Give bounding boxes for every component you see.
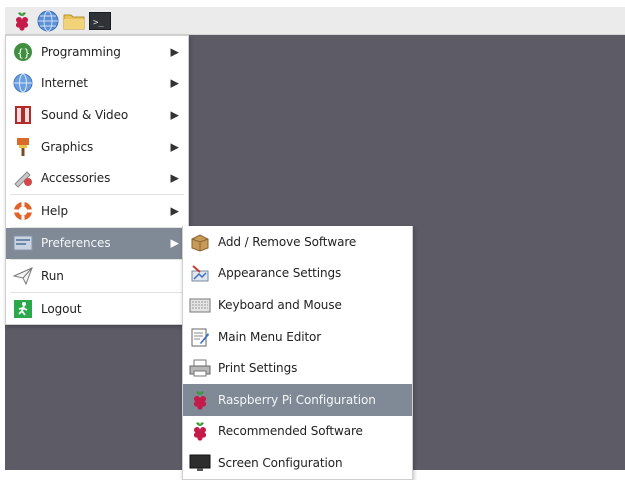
- paintbrush-icon: [12, 136, 34, 158]
- svg-text:>_: >_: [93, 18, 104, 28]
- menu-item-label: Appearance Settings: [218, 266, 342, 281]
- lifebuoy-icon: [12, 200, 34, 222]
- submenu-item-print-settings[interactable]: Print Settings: [183, 352, 412, 384]
- raspberry-icon: [189, 420, 211, 442]
- chevron-right-icon: ▶: [170, 76, 179, 90]
- menu-item-label: Programming: [41, 44, 121, 59]
- chevron-right-icon: ▶: [170, 45, 179, 59]
- sound-video-icon: [12, 104, 34, 126]
- chevron-right-icon: ▶: [170, 204, 179, 218]
- menu-item-graphics[interactable]: Graphics ▶: [6, 131, 188, 163]
- svg-text:{}: {}: [17, 46, 30, 59]
- menu-item-label: Accessories: [41, 171, 111, 186]
- submenu-item-keyboard-and-mouse[interactable]: Keyboard and Mouse: [183, 289, 412, 321]
- menu-item-label: Screen Configuration: [218, 455, 343, 470]
- chevron-right-icon: ▶: [170, 171, 179, 185]
- menu-item-label: Add / Remove Software: [218, 234, 357, 249]
- menu-item-label: Main Menu Editor: [218, 329, 322, 344]
- terminal-button[interactable]: >_: [89, 10, 111, 32]
- submenu-item-main-menu-editor[interactable]: Main Menu Editor: [183, 321, 412, 353]
- raspberry-menu-icon: [15, 11, 29, 31]
- menu-item-accessories[interactable]: Accessories ▶: [6, 162, 188, 194]
- submenu-item-add-remove-software[interactable]: Add / Remove Software: [183, 226, 412, 258]
- chevron-right-icon: ▶: [170, 236, 179, 250]
- printer-icon: [189, 357, 211, 379]
- menu-item-label: Graphics: [41, 139, 94, 154]
- menu-item-run[interactable]: Run: [6, 260, 188, 292]
- taskbar: >_: [5, 7, 625, 35]
- programming-icon: {}: [12, 41, 34, 63]
- menu-editor-icon: [189, 326, 211, 348]
- menu-item-label: Logout: [41, 301, 82, 316]
- chevron-right-icon: ▶: [170, 108, 179, 122]
- paper-plane-icon: [12, 265, 34, 287]
- logout-icon: [12, 298, 34, 320]
- menu-item-preferences[interactable]: Preferences ▶: [6, 227, 188, 260]
- preferences-submenu: Add / Remove Software Appearance Setting…: [182, 226, 413, 480]
- menu-item-sound-video[interactable]: Sound & Video ▶: [6, 99, 188, 131]
- menu-item-logout[interactable]: Logout: [6, 293, 188, 325]
- menu-item-label: Help: [41, 203, 68, 218]
- menu-item-label: Print Settings: [218, 361, 298, 376]
- submenu-item-raspberry-pi-configuration[interactable]: Raspberry Pi Configuration: [183, 383, 412, 416]
- submenu-item-screen-configuration[interactable]: Screen Configuration: [183, 447, 412, 479]
- raspberry-menu-button[interactable]: [11, 10, 33, 32]
- menu-item-label: Raspberry Pi Configuration: [218, 392, 376, 407]
- preferences-icon: [12, 232, 34, 254]
- raspberry-icon: [189, 389, 211, 411]
- menu-item-programming[interactable]: {} Programming ▶: [6, 36, 188, 68]
- main-menu: {} Programming ▶ Internet ▶ Sound & Vide…: [5, 35, 189, 326]
- accessories-icon: [12, 167, 34, 189]
- menu-item-label: Run: [41, 268, 64, 283]
- menu-item-internet[interactable]: Internet ▶: [6, 68, 188, 100]
- menu-item-label: Sound & Video: [41, 107, 129, 122]
- submenu-item-appearance-settings[interactable]: Appearance Settings: [183, 258, 412, 290]
- file-manager-button[interactable]: [63, 10, 85, 32]
- appearance-icon: [189, 262, 211, 284]
- package-icon: [189, 231, 211, 253]
- menu-item-label: Recommended Software: [218, 424, 363, 439]
- monitor-icon: [189, 452, 211, 474]
- menu-item-label: Internet: [41, 76, 88, 91]
- submenu-item-recommended-software[interactable]: Recommended Software: [183, 416, 412, 448]
- browser-button[interactable]: [37, 10, 59, 32]
- chevron-right-icon: ▶: [170, 140, 179, 154]
- browser-icon: [37, 10, 59, 31]
- menu-item-label: Preferences: [41, 236, 111, 251]
- keyboard-icon: [189, 294, 211, 316]
- terminal-icon: >_: [89, 11, 111, 30]
- file-manager-icon: [63, 14, 85, 29]
- globe-icon: [12, 72, 34, 94]
- menu-item-help[interactable]: Help ▶: [6, 195, 188, 227]
- menu-item-label: Keyboard and Mouse: [218, 297, 342, 312]
